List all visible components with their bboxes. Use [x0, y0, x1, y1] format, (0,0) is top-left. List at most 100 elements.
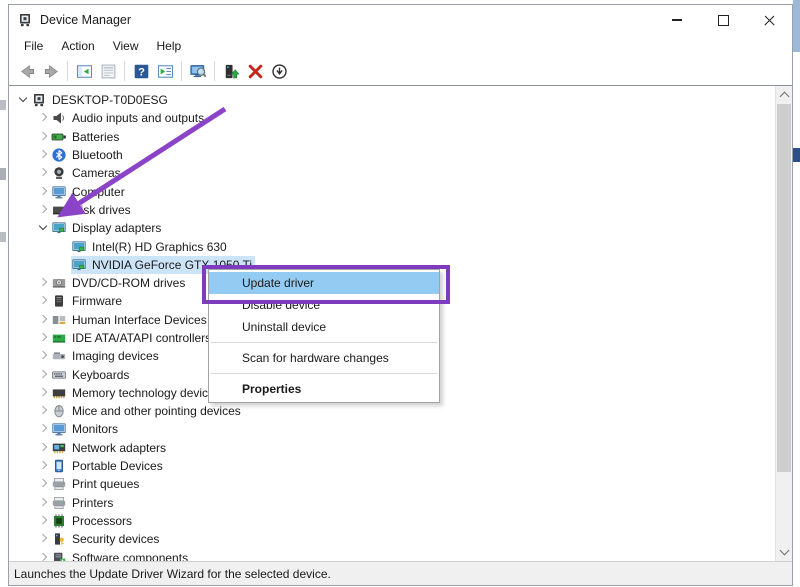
forward-arrow-button[interactable] — [39, 59, 63, 83]
software-component-icon — [51, 550, 67, 561]
properties-icon — [100, 63, 117, 80]
chevron-placeholder — [55, 239, 71, 255]
update-driver-button[interactable] — [219, 59, 243, 83]
tree-item-display-adapters[interactable]: Display adapters — [9, 219, 775, 237]
tree-item-print-queues[interactable]: Print queues — [9, 475, 775, 493]
display-adapter-icon — [71, 257, 87, 273]
hid-icon — [51, 312, 67, 328]
tree-item-desktop-t0d0esg[interactable]: DESKTOP-T0D0ESG — [9, 91, 775, 109]
export-list-button[interactable] — [153, 59, 177, 83]
menu-help[interactable]: Help — [148, 36, 191, 56]
tree-item-label: Batteries — [72, 130, 119, 144]
context-menu-item-disable-device[interactable]: Disable device — [209, 294, 439, 316]
tree-item-content: Printers — [51, 494, 116, 512]
tree-item-mice-and-other-pointing-devices[interactable]: Mice and other pointing devices — [9, 402, 775, 420]
properties-button[interactable] — [96, 59, 120, 83]
tree-item-label: Monitors — [72, 422, 118, 436]
chevron-collapsed-icon[interactable] — [35, 129, 51, 145]
tree-item-label: Disk drives — [72, 203, 131, 217]
firmware-icon — [51, 293, 67, 309]
chevron-collapsed-icon[interactable] — [35, 385, 51, 401]
chevron-collapsed-icon[interactable] — [35, 421, 51, 437]
tree-item-network-adapters[interactable]: Network adapters — [9, 439, 775, 457]
printer-icon — [51, 476, 67, 492]
speaker-icon — [51, 110, 67, 126]
tree-item-portable-devices[interactable]: Portable Devices — [9, 457, 775, 475]
chevron-collapsed-icon[interactable] — [35, 476, 51, 492]
chevron-collapsed-icon[interactable] — [35, 330, 51, 346]
maximize-button[interactable] — [700, 5, 746, 35]
tree-item-intel-r-hd-graphics-630[interactable]: Intel(R) HD Graphics 630 — [9, 237, 775, 255]
context-menu-item-scan-for-hardware-changes[interactable]: Scan for hardware changes — [209, 347, 439, 369]
memory-icon — [51, 385, 67, 401]
chevron-collapsed-icon[interactable] — [35, 348, 51, 364]
network-adapter-icon — [51, 440, 67, 456]
tree-item-audio-inputs-and-outputs[interactable]: Audio inputs and outputs — [9, 109, 775, 127]
chevron-collapsed-icon[interactable] — [35, 110, 51, 126]
chevron-expanded-icon[interactable] — [35, 220, 51, 236]
show-console-tree-button[interactable] — [72, 59, 96, 83]
tree-item-software-components[interactable]: Software components — [9, 548, 775, 561]
vertical-scrollbar[interactable] — [775, 86, 792, 561]
tree-item-computer[interactable]: Computer — [9, 182, 775, 200]
chevron-expanded-icon[interactable] — [15, 92, 31, 108]
uninstall-device-button[interactable] — [243, 59, 267, 83]
tree-item-processors[interactable]: Processors — [9, 512, 775, 530]
context-menu-item-uninstall-device[interactable]: Uninstall device — [209, 316, 439, 338]
tree-item-bluetooth[interactable]: Bluetooth — [9, 146, 775, 164]
window-title: Device Manager — [40, 13, 131, 27]
menu-file[interactable]: File — [15, 36, 52, 56]
tree-item-content: DVD/CD-ROM drives — [51, 274, 188, 292]
export-list-icon — [157, 63, 174, 80]
help-button[interactable]: ? — [129, 59, 153, 83]
scroll-up-button[interactable] — [776, 86, 792, 103]
tree-item-label: Software components — [72, 551, 188, 561]
chevron-collapsed-icon[interactable] — [35, 275, 51, 291]
close-button[interactable] — [746, 5, 792, 35]
tree-item-batteries[interactable]: Batteries — [9, 128, 775, 146]
tree-item-label: Cameras — [72, 166, 121, 180]
help-icon: ? — [133, 63, 150, 80]
chevron-collapsed-icon[interactable] — [35, 513, 51, 529]
minimize-button[interactable] — [654, 5, 700, 35]
context-menu-item-properties[interactable]: Properties — [209, 378, 439, 400]
chevron-collapsed-icon[interactable] — [35, 367, 51, 383]
tree-item-security-devices[interactable]: Security devices — [9, 530, 775, 548]
menu-view[interactable]: View — [104, 36, 148, 56]
device-manager-window: Device Manager FileActionViewHelp ? DESK… — [8, 4, 793, 586]
scrollbar-thumb[interactable] — [777, 104, 791, 472]
context-menu-item-update-driver[interactable]: Update driver — [209, 272, 439, 294]
chevron-collapsed-icon[interactable] — [35, 184, 51, 200]
scroll-down-button[interactable] — [776, 544, 792, 561]
menu-action[interactable]: Action — [52, 36, 103, 56]
tree-item-monitors[interactable]: Monitors — [9, 420, 775, 438]
chevron-collapsed-icon[interactable] — [35, 147, 51, 163]
background-fragment — [0, 232, 6, 242]
back-arrow-button[interactable] — [15, 59, 39, 83]
tree-item-content: Imaging devices — [51, 347, 162, 365]
chevron-collapsed-icon[interactable] — [35, 458, 51, 474]
chevron-collapsed-icon[interactable] — [35, 495, 51, 511]
monitor-icon — [51, 184, 67, 200]
chevron-collapsed-icon[interactable] — [35, 165, 51, 181]
window-controls — [654, 5, 792, 35]
scan-for-hardware-changes-button[interactable] — [186, 59, 210, 83]
toolbar-separator — [181, 61, 182, 81]
status-text: Launches the Update Driver Wizard for th… — [14, 567, 331, 581]
tree-item-cameras[interactable]: Cameras — [9, 164, 775, 182]
chevron-collapsed-icon[interactable] — [35, 293, 51, 309]
chevron-collapsed-icon[interactable] — [35, 312, 51, 328]
tree-item-label: Security devices — [72, 532, 159, 546]
camera-icon — [51, 165, 67, 181]
chevron-collapsed-icon[interactable] — [35, 531, 51, 547]
tree-item-label: DESKTOP-T0D0ESG — [52, 93, 168, 107]
chevron-collapsed-icon[interactable] — [35, 550, 51, 561]
tree-item-disk-drives[interactable]: Disk drives — [9, 201, 775, 219]
chevron-collapsed-icon[interactable] — [35, 202, 51, 218]
tree-item-printers[interactable]: Printers — [9, 494, 775, 512]
chevron-collapsed-icon[interactable] — [35, 403, 51, 419]
tree-item-label: Network adapters — [72, 441, 166, 455]
desktop-computer-icon — [31, 92, 47, 108]
chevron-collapsed-icon[interactable] — [35, 440, 51, 456]
disable-device-button[interactable] — [267, 59, 291, 83]
